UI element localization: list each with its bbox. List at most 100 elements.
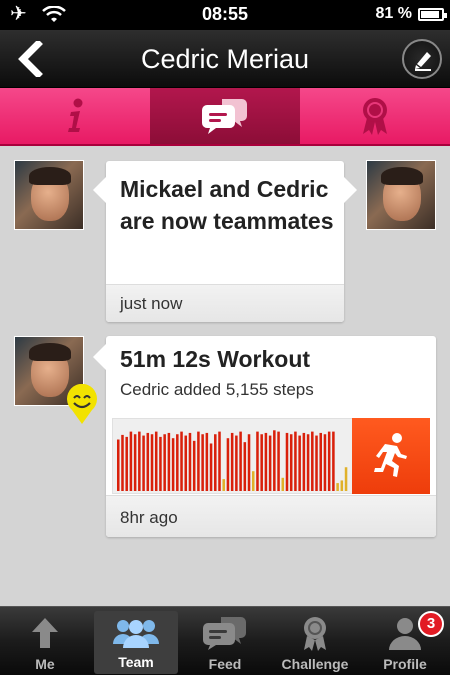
chart-bar	[277, 431, 280, 491]
chart-bar	[285, 432, 289, 491]
info-icon	[68, 98, 83, 132]
chart-bar	[171, 438, 175, 491]
tab-profile-label: Profile	[383, 656, 427, 672]
chart-bar	[142, 435, 145, 491]
chart-bar	[327, 431, 331, 491]
pencil-icon	[415, 52, 431, 71]
chart-bar	[117, 439, 120, 491]
chart-bar	[344, 467, 348, 491]
running-person-icon	[374, 433, 407, 477]
tab-info[interactable]	[0, 88, 150, 144]
notification-badge: 3	[418, 611, 444, 637]
chart-bar	[243, 442, 247, 491]
chart-bar	[176, 434, 179, 491]
chart-bar	[340, 480, 344, 491]
tab-team[interactable]: Team	[94, 611, 178, 674]
chart-bar	[281, 477, 285, 491]
chart-bar	[323, 434, 327, 491]
chart-bar	[188, 432, 192, 491]
chart-bar	[239, 431, 242, 491]
smiley-mood-icon	[67, 384, 97, 424]
chart-bar	[214, 434, 217, 491]
tab-team-label: Team	[118, 654, 154, 670]
chart-bar	[247, 434, 251, 491]
edit-button[interactable]	[402, 39, 442, 79]
avatar-cedric[interactable]	[366, 160, 436, 230]
chart-bar	[289, 434, 293, 491]
bottom-tab-bar: Me Team Feed Challenge Profile 3	[0, 606, 450, 675]
chart-bar	[146, 432, 150, 491]
tab-achievements[interactable]	[300, 88, 450, 144]
workout-feed-card[interactable]: 51m 12s Workout Cedric added 5,155 steps…	[93, 336, 436, 537]
tab-profile[interactable]: Profile 3	[360, 607, 450, 675]
chart-bar	[294, 431, 297, 491]
tab-feed[interactable]: Feed	[180, 607, 270, 675]
chart-bar	[163, 434, 166, 491]
chart-bar	[268, 435, 272, 491]
run-activity-button[interactable]	[352, 418, 430, 494]
arrow-up-icon	[32, 618, 58, 648]
chart-bar	[235, 435, 238, 491]
chart-bar	[273, 430, 276, 491]
battery-icon	[418, 8, 447, 21]
tab-feed-label: Feed	[208, 656, 242, 672]
chart-bar	[264, 432, 268, 491]
tab-challenge[interactable]: Challenge	[270, 607, 360, 675]
chart-bar	[311, 431, 314, 491]
page-title: Cedric Meriau	[140, 44, 310, 74]
workout-timestamp: 8hr ago	[106, 495, 436, 537]
chart-bar	[218, 431, 221, 491]
chart-bar	[256, 431, 259, 491]
teammates-timestamp: just now	[106, 284, 344, 322]
chart-bar	[230, 432, 234, 491]
chart-bar	[138, 431, 141, 491]
chart-bar	[180, 431, 183, 491]
chart-bar	[184, 435, 188, 491]
chart-bar	[197, 431, 200, 491]
chart-bar	[192, 440, 196, 491]
chart-bar	[298, 435, 301, 491]
tab-me[interactable]: Me	[0, 607, 90, 675]
chart-bar	[306, 434, 310, 491]
workout-subtitle: Cedric added 5,155 steps	[120, 380, 314, 399]
chart-bar	[154, 431, 158, 491]
avatar-mickael[interactable]	[14, 160, 84, 230]
tab-activity-feed[interactable]	[150, 88, 300, 144]
chat-bubbles-icon	[203, 617, 246, 650]
chart-bar	[209, 443, 213, 491]
chart-bar	[201, 434, 204, 491]
chart-bar	[121, 434, 124, 491]
chart-bar	[125, 436, 128, 491]
teammates-feed-card[interactable]: Mickael and Cedric are now teammates jus…	[93, 161, 357, 322]
chart-bar	[251, 471, 255, 491]
ribbon-award-icon	[304, 617, 326, 651]
teammates-message: Mickael and Cedric are now teammates	[120, 176, 334, 234]
tab-challenge-label: Challenge	[281, 656, 349, 672]
chart-bar	[319, 432, 322, 491]
chart-bar	[167, 432, 171, 491]
ribbon-award-icon	[363, 98, 387, 135]
tab-me-label: Me	[35, 656, 55, 672]
chart-bar	[332, 431, 335, 491]
profile-segment-tabs	[0, 88, 450, 146]
workout-title: 51m 12s Workout	[120, 346, 311, 372]
chart-bar	[159, 436, 162, 491]
chart-bar	[129, 431, 133, 491]
chart-bar	[302, 432, 306, 491]
chart-bar	[222, 479, 225, 491]
chart-bar	[315, 435, 318, 491]
chart-bar	[150, 434, 154, 491]
chart-bar	[133, 434, 137, 491]
person-silhouette-icon	[389, 618, 421, 650]
workout-bar-chart	[117, 430, 348, 491]
navigation-bar: Cedric Meriau	[0, 30, 450, 88]
chat-bubbles-icon	[202, 99, 247, 134]
chart-bar	[205, 432, 209, 491]
team-people-icon	[113, 620, 159, 648]
chart-bar	[226, 438, 230, 491]
chart-bar	[260, 434, 263, 491]
activity-feed: Mickael and Cedric are now teammates jus…	[0, 146, 450, 606]
chart-bar	[336, 483, 339, 491]
battery-percentage: 81 %	[375, 5, 412, 22]
status-bar: ✈ 08:55 81 %	[0, 0, 450, 30]
